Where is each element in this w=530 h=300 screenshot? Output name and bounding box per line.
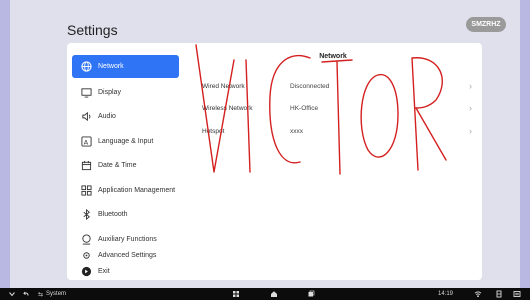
network-row-hotspot[interactable]: Hotspot xxxx › — [202, 120, 472, 142]
sidebar-item-auxiliary[interactable]: Auxiliary Functions — [72, 228, 179, 251]
wifi-icon[interactable] — [474, 288, 482, 300]
chevron-right-icon: › — [469, 81, 472, 91]
chevron-right-icon: › — [469, 103, 472, 113]
speaker-icon — [80, 111, 92, 123]
row-label: Wireless Network — [202, 104, 253, 112]
row-label: Hotspot — [202, 127, 225, 135]
apps-icon — [80, 185, 92, 197]
sidebar-item-language[interactable]: A Language & Input — [72, 130, 179, 153]
network-row-wired[interactable]: Wired Network Disconnected › — [202, 75, 472, 97]
sidebar-item-label: Auxiliary Functions — [98, 236, 157, 243]
system-button[interactable]: ⇆ System — [38, 288, 66, 300]
sidebar-item-advanced[interactable]: Advanced Settings — [72, 249, 179, 261]
language-icon: A — [80, 136, 92, 148]
row-value: HK-Office — [290, 104, 319, 112]
screen-frame-left — [0, 0, 10, 288]
row-label: Wired Network — [202, 82, 245, 90]
screen-frame-right — [520, 0, 530, 288]
language-indicator-icon: ⇆ — [38, 291, 44, 298]
bluetooth-icon — [80, 209, 92, 221]
network-row-wireless[interactable]: Wireless Network HK-Office › — [202, 97, 472, 119]
sidebar-item-label: Network — [98, 63, 124, 70]
settings-sidebar: Network Display Audio A Language & Input — [67, 43, 184, 280]
clock-time: 14:19 — [438, 291, 454, 297]
sidebar-item-label: Advanced Settings — [98, 251, 157, 259]
sidebar-item-label: Application Management — [98, 187, 176, 194]
sidebar-item-applications[interactable]: Application Management — [72, 179, 179, 202]
back-icon[interactable] — [22, 288, 30, 300]
sidebar-item-label: Date & Time — [98, 162, 137, 169]
sidebar-item-label: Bluetooth — [98, 211, 128, 218]
network-content: Network Wired Network Disconnected › Wir… — [184, 43, 482, 280]
grid-menu-icon[interactable] — [232, 288, 240, 300]
home-icon[interactable] — [270, 288, 278, 300]
sidebar-item-label: Display — [98, 89, 121, 96]
sidebar-item-date-time[interactable]: Date & Time — [72, 154, 179, 177]
sidebar-item-label: Audio — [98, 113, 116, 120]
device-id-badge: SMZRHZ — [466, 17, 506, 32]
taskbar: ⇆ System 14:19 — [0, 288, 530, 300]
accessibility-icon — [80, 234, 92, 246]
advanced-icon — [80, 249, 92, 261]
row-value: Disconnected — [290, 82, 330, 90]
svg-text:A: A — [83, 138, 88, 146]
globe-icon — [80, 61, 92, 73]
monitor-icon — [80, 87, 92, 99]
sidebar-item-audio[interactable]: Audio — [72, 105, 179, 128]
recent-apps-icon[interactable] — [307, 288, 315, 300]
chevron-down-icon[interactable] — [8, 288, 16, 300]
sidebar-item-bluetooth[interactable]: Bluetooth — [72, 203, 179, 226]
sidebar-item-label: Language & Input — [98, 138, 154, 145]
row-value: xxxx — [290, 127, 303, 135]
calendar-icon — [80, 160, 92, 172]
exit-icon — [80, 265, 92, 277]
content-title: Network — [319, 53, 347, 60]
page-title: Settings — [67, 22, 118, 38]
exit-button[interactable]: Exit — [72, 263, 179, 279]
usb-storage-icon[interactable] — [495, 288, 503, 300]
settings-panel: Network Display Audio A Language & Input — [67, 43, 482, 280]
notification-icon[interactable] — [513, 288, 521, 300]
exit-label: Exit — [98, 267, 110, 275]
sidebar-item-network[interactable]: Network — [72, 55, 179, 78]
chevron-right-icon: › — [469, 126, 472, 136]
sidebar-item-display[interactable]: Display — [72, 81, 179, 104]
system-label: System — [46, 291, 67, 297]
